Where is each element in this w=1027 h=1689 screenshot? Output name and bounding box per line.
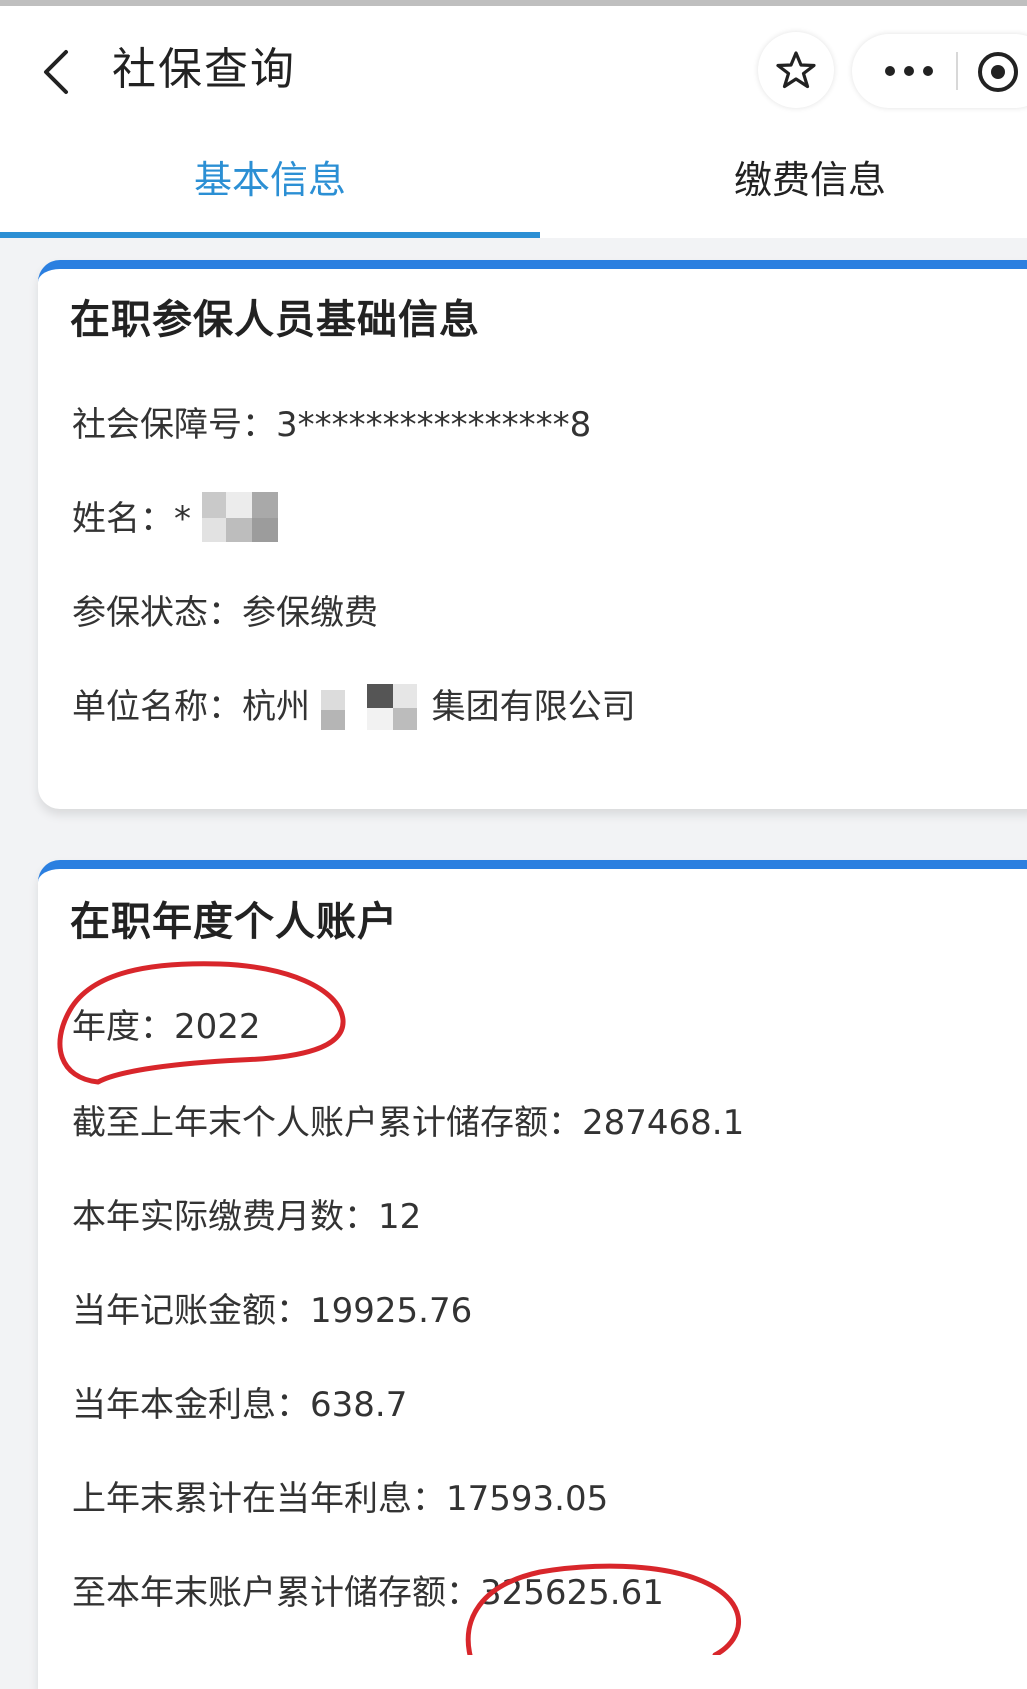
employer-row: 单位名称：杭州 集团有限公司 (72, 679, 636, 732)
capsule-divider (956, 52, 958, 90)
principal-interest-row: 当年本金利息：638.7 (72, 1377, 407, 1426)
prev-balance-label: 截至上年末个人账户累计储存额： (72, 1103, 582, 1143)
chevron-left-icon[interactable] (36, 44, 76, 100)
insurance-status-value: 参保缴费 (242, 593, 378, 633)
favorite-button[interactable] (758, 32, 834, 108)
tab-payment-info[interactable]: 缴费信息 (540, 130, 1027, 238)
year-credit-row: 当年记账金额：19925.76 (72, 1283, 472, 1332)
prev-balance-row: 截至上年末个人账户累计储存额：287468.1 (72, 1095, 744, 1144)
principal-interest-value: 638.7 (310, 1385, 408, 1425)
page-title: 社保查询 (112, 44, 296, 95)
ss-number-value: 3****************8 (276, 405, 592, 445)
annual-account-card-title: 在职年度个人账户 (70, 899, 398, 945)
employer-value-suffix: 集团有限公司 (431, 687, 636, 727)
close-miniprogram-icon[interactable] (976, 50, 1020, 94)
basic-info-card: 在职参保人员基础信息 社会保障号：3****************8 姓名：*… (38, 260, 1027, 809)
nav-bar: 社保查询 (0, 6, 1027, 130)
name-mosaic-redaction (201, 491, 282, 542)
year-value: 2022 (174, 1007, 261, 1047)
year-end-balance-value: 325625.61 (480, 1573, 664, 1613)
employer-label: 单位名称： (72, 687, 242, 727)
months-paid-label: 本年实际缴费月数： (72, 1197, 378, 1237)
basic-info-card-title: 在职参保人员基础信息 (70, 297, 480, 343)
ss-number-row: 社会保障号：3****************8 (72, 397, 591, 446)
prev-balance-value: 287468.1 (582, 1103, 745, 1143)
year-end-balance-row: 至本年末账户累计储存额：325625.61 (72, 1565, 664, 1614)
months-paid-value: 12 (378, 1197, 422, 1237)
insurance-status-row: 参保状态：参保缴费 (72, 585, 378, 634)
year-row: 年度：2022 (72, 999, 261, 1048)
more-dots-icon[interactable] (882, 56, 936, 86)
insurance-status-label: 参保状态： (72, 593, 242, 633)
employer-mosaic-redaction (320, 683, 421, 730)
prev-interest-row: 上年末累计在当年利息：17593.05 (72, 1471, 608, 1520)
employer-value-prefix: 杭州 (242, 687, 310, 727)
name-label: 姓名： (72, 499, 174, 539)
prev-interest-value: 17593.05 (446, 1479, 609, 1519)
name-row: 姓名：* (72, 491, 282, 546)
ss-number-label: 社会保障号： (72, 405, 276, 445)
year-end-balance-label: 至本年末账户累计储存额： (72, 1573, 480, 1613)
name-value: * (174, 499, 191, 539)
prev-interest-label: 上年末累计在当年利息： (72, 1479, 446, 1519)
tab-bar: 基本信息 缴费信息 (0, 130, 1027, 238)
year-credit-label: 当年记账金额： (72, 1291, 310, 1331)
months-paid-row: 本年实际缴费月数：12 (72, 1189, 421, 1238)
principal-interest-label: 当年本金利息： (72, 1385, 310, 1425)
annual-account-card: 在职年度个人账户 年度：2022 截至上年末个人账户累计储存额：287468.1… (38, 860, 1027, 1689)
active-tab-indicator (0, 232, 540, 238)
tab-basic-info[interactable]: 基本信息 (0, 130, 540, 238)
year-label: 年度： (72, 1007, 174, 1047)
miniprogram-capsule (852, 34, 1027, 108)
year-credit-value: 19925.76 (310, 1291, 473, 1331)
star-icon (776, 51, 816, 89)
